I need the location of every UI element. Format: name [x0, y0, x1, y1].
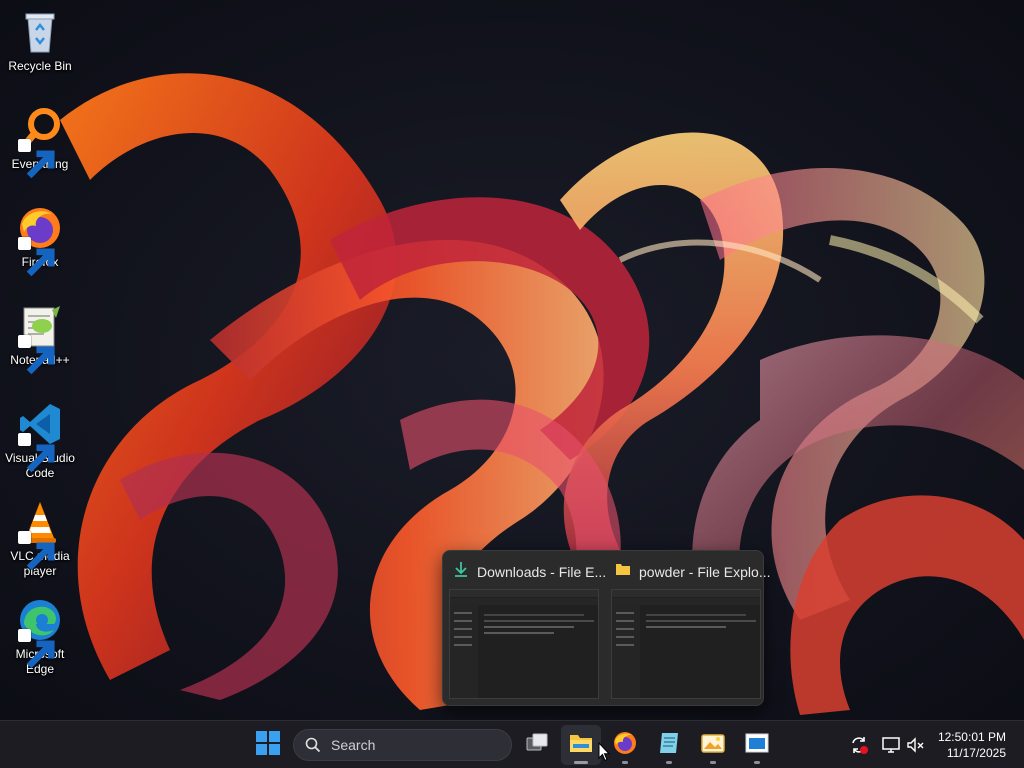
start-button[interactable]	[248, 725, 288, 765]
recycle-bin-icon	[16, 8, 64, 56]
edge-icon	[16, 596, 64, 669]
sync-error-icon[interactable]	[849, 735, 869, 755]
system-clock[interactable]: 12:50:01 PM 11/17/2025	[938, 729, 1006, 761]
running-indicator	[622, 761, 628, 764]
running-indicator	[754, 761, 760, 764]
firefox-icon	[16, 204, 64, 277]
folder-icon	[615, 561, 631, 582]
network-icon[interactable]	[881, 735, 901, 755]
desktop-icon-label: Recycle Bin	[8, 59, 72, 73]
shortcut-arrow-icon	[18, 237, 55, 277]
desktop-icon-everything[interactable]: Everything	[2, 106, 78, 179]
desktop-icon-notepad-plus-plus[interactable]: Notepad++	[2, 302, 78, 375]
window-app-icon	[744, 730, 770, 761]
taskbar-firefox[interactable]	[605, 725, 645, 765]
search-placeholder: Search	[331, 737, 376, 753]
desktop-icon-vlc[interactable]: VLC media player	[2, 498, 78, 579]
thumbnail-image	[449, 589, 599, 699]
thumbnail-image	[611, 589, 761, 699]
notepad-icon	[656, 730, 682, 761]
mouse-cursor-icon	[598, 742, 610, 762]
windows-start-icon	[255, 730, 281, 761]
shortcut-arrow-icon	[18, 433, 55, 473]
taskbar-file-explorer[interactable]	[561, 725, 601, 765]
task-view-button[interactable]	[517, 725, 557, 765]
taskbar: Search 12:50:01 PM 11/17/2025	[0, 720, 1024, 768]
thumbnail-title: Downloads - File E...	[477, 563, 607, 580]
taskbar-notepad[interactable]	[649, 725, 689, 765]
download-arrow-icon	[453, 561, 469, 582]
shortcut-arrow-icon	[18, 335, 55, 375]
desktop-icon-firefox[interactable]: Firefox	[2, 204, 78, 277]
clock-date: 11/17/2025	[946, 746, 1006, 760]
taskbar-window-app[interactable]	[737, 725, 777, 765]
desktop-icon-recycle-bin[interactable]: Recycle Bin	[2, 8, 78, 74]
shortcut-arrow-icon	[18, 139, 55, 179]
shortcut-arrow-icon	[18, 531, 55, 571]
folder-icon	[568, 730, 594, 761]
thumbnail-downloads[interactable]: Downloads - File E...	[445, 551, 607, 707]
photo-viewer-icon	[700, 730, 726, 761]
taskbar-image-viewer[interactable]	[693, 725, 733, 765]
thumbnail-title: powder - File Explo...	[639, 563, 771, 580]
taskbar-thumbnail-preview: Downloads - File E... powder - File Expl…	[442, 550, 771, 707]
thumbnail-powder[interactable]: powder - File Explo...	[607, 551, 771, 707]
shortcut-arrow-icon	[18, 629, 55, 669]
running-indicator	[710, 761, 716, 764]
running-indicator	[666, 761, 672, 764]
firefox-icon	[612, 730, 638, 761]
vscode-icon	[16, 400, 64, 473]
vlc-icon	[16, 498, 64, 571]
task-view-icon	[524, 730, 550, 761]
volume-muted-icon[interactable]	[906, 735, 926, 755]
clock-time: 12:50:01 PM	[937, 730, 1006, 744]
running-indicator	[574, 761, 588, 764]
desktop-icon-vscode[interactable]: Visual Studio Code	[2, 400, 78, 481]
notepad-plus-plus-icon	[16, 302, 64, 375]
everything-search-icon	[16, 106, 64, 179]
desktop-icon-edge[interactable]: Microsoft Edge	[2, 596, 78, 677]
taskbar-search-box[interactable]: Search	[293, 729, 512, 761]
search-icon	[305, 737, 321, 753]
